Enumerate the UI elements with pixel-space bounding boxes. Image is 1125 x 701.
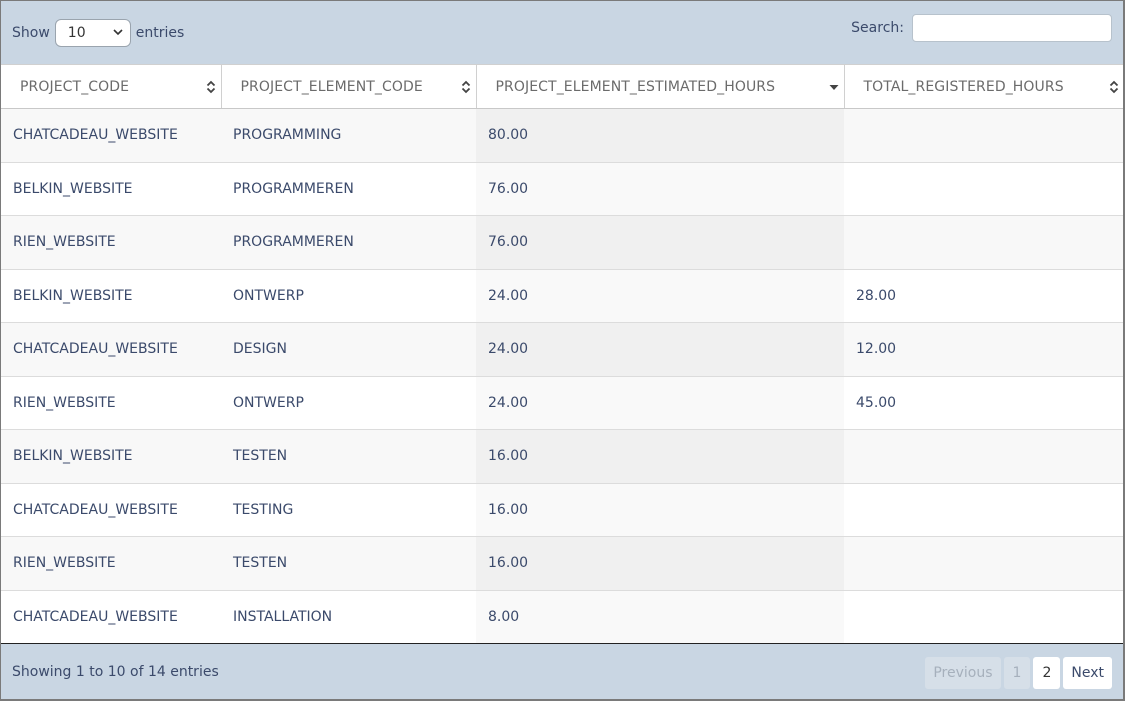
cell-project-code: RIEN_WEBSITE — [1, 376, 221, 430]
cell-project-element-code: PROGRAMMING — [221, 108, 476, 163]
cell-project-code: CHATCADEAU_WEBSITE — [1, 483, 221, 537]
page-2-button[interactable]: 2 — [1033, 657, 1061, 689]
cell-project-code: RIEN_WEBSITE — [1, 215, 221, 270]
column-header-project-element-estimated-hours[interactable]: PROJECT_ELEMENT_ESTIMATED_HOURS — [476, 64, 845, 109]
cell-project-element-code: DESIGN — [221, 322, 476, 377]
cell-project-element-code: TESTEN — [221, 536, 476, 591]
column-header-total-registered-hours[interactable]: TOTAL_REGISTERED_HOURS — [844, 64, 1123, 109]
datatable-wrapper: Show 10 entries Search: PROJECT_CODE PRO… — [0, 0, 1125, 701]
cell-project-element-code: PROGRAMMEREN — [221, 215, 476, 270]
chevron-down-icon — [113, 29, 123, 36]
data-table: PROJECT_CODE PROJECT_ELEMENT_CODE PROJEC… — [1, 64, 1123, 644]
cell-registered-hours — [844, 590, 1123, 644]
page-length-control: Show 10 entries — [12, 19, 184, 47]
cell-project-element-code: ONTWERP — [221, 269, 476, 323]
column-header-project-element-code[interactable]: PROJECT_ELEMENT_CODE — [221, 64, 477, 109]
cell-project-element-code: PROGRAMMEREN — [221, 162, 476, 216]
cell-registered-hours: 28.00 — [844, 269, 1123, 323]
show-label: Show — [12, 25, 50, 41]
table-row: BELKIN_WEBSITE PROGRAMMEREN 76.00 — [1, 162, 1123, 216]
cell-project-code: BELKIN_WEBSITE — [1, 429, 221, 484]
cell-project-code: CHATCADEAU_WEBSITE — [1, 590, 221, 644]
sort-both-icon — [206, 80, 215, 94]
cell-project-element-code: TESTEN — [221, 429, 476, 484]
column-header-label: PROJECT_ELEMENT_CODE — [240, 78, 423, 95]
page-length-value: 10 — [67, 25, 86, 41]
table-footer: Showing 1 to 10 of 14 entries Previous 1… — [1, 642, 1123, 699]
page-length-select[interactable]: 10 — [54, 19, 131, 47]
cell-registered-hours — [844, 215, 1123, 270]
cell-project-code: CHATCADEAU_WEBSITE — [1, 108, 221, 163]
pagination: Previous 1 2 Next — [925, 657, 1112, 689]
cell-estimated-hours: 24.00 — [476, 376, 844, 430]
sort-desc-icon — [829, 85, 838, 90]
cell-registered-hours — [844, 162, 1123, 216]
sort-both-icon — [1109, 80, 1119, 94]
search-input[interactable] — [912, 14, 1112, 42]
cell-estimated-hours: 8.00 — [476, 590, 844, 644]
search-control: Search: — [851, 14, 1112, 42]
cell-project-code: RIEN_WEBSITE — [1, 536, 221, 591]
table-row: BELKIN_WEBSITE ONTWERP 24.00 28.00 — [1, 269, 1123, 323]
table-row: CHATCADEAU_WEBSITE PROGRAMMING 80.00 — [1, 108, 1123, 163]
page-1-button[interactable]: 1 — [1003, 657, 1031, 689]
cell-estimated-hours: 76.00 — [476, 162, 844, 216]
cell-registered-hours — [844, 483, 1123, 537]
column-header-label: TOTAL_REGISTERED_HOURS — [863, 78, 1064, 95]
table-row: RIEN_WEBSITE PROGRAMMEREN 76.00 — [1, 215, 1123, 270]
table-row: CHATCADEAU_WEBSITE DESIGN 24.00 12.00 — [1, 322, 1123, 377]
cell-registered-hours: 12.00 — [844, 322, 1123, 377]
table-toolbar: Show 10 entries Search: — [1, 1, 1123, 64]
cell-project-code: BELKIN_WEBSITE — [1, 162, 221, 216]
previous-page-button[interactable]: Previous — [925, 657, 1001, 689]
table-header-row: PROJECT_CODE PROJECT_ELEMENT_CODE PROJEC… — [1, 64, 1123, 109]
cell-estimated-hours: 24.00 — [476, 322, 844, 377]
cell-registered-hours — [844, 429, 1123, 484]
cell-estimated-hours: 16.00 — [476, 483, 844, 537]
table-row: RIEN_WEBSITE TESTEN 16.00 — [1, 536, 1123, 591]
cell-estimated-hours: 80.00 — [476, 108, 844, 163]
table-info: Showing 1 to 10 of 14 entries — [12, 664, 219, 680]
entries-label: entries — [135, 25, 185, 41]
cell-estimated-hours: 16.00 — [476, 536, 844, 591]
column-header-label: PROJECT_ELEMENT_ESTIMATED_HOURS — [495, 78, 776, 95]
cell-registered-hours: 45.00 — [844, 376, 1123, 430]
cell-project-element-code: ONTWERP — [221, 376, 476, 430]
sort-both-icon — [461, 80, 470, 94]
cell-project-code: CHATCADEAU_WEBSITE — [1, 322, 221, 377]
cell-project-element-code: INSTALLATION — [221, 590, 476, 644]
column-header-project-code[interactable]: PROJECT_CODE — [1, 64, 222, 109]
table-row: CHATCADEAU_WEBSITE INSTALLATION 8.00 — [1, 590, 1123, 644]
table-row: CHATCADEAU_WEBSITE TESTING 16.00 — [1, 483, 1123, 537]
cell-estimated-hours: 24.00 — [476, 269, 844, 323]
table-row: BELKIN_WEBSITE TESTEN 16.00 — [1, 429, 1123, 484]
cell-estimated-hours: 16.00 — [476, 429, 844, 484]
cell-project-code: BELKIN_WEBSITE — [1, 269, 221, 323]
column-header-label: PROJECT_CODE — [20, 78, 130, 95]
cell-registered-hours — [844, 536, 1123, 591]
cell-project-element-code: TESTING — [221, 483, 476, 537]
cell-registered-hours — [844, 108, 1123, 163]
next-page-button[interactable]: Next — [1063, 657, 1112, 689]
table-row: RIEN_WEBSITE ONTWERP 24.00 45.00 — [1, 376, 1123, 430]
cell-estimated-hours: 76.00 — [476, 215, 844, 270]
table-body: CHATCADEAU_WEBSITE PROGRAMMING 80.00 BEL… — [1, 108, 1123, 644]
search-label: Search: — [851, 20, 904, 36]
